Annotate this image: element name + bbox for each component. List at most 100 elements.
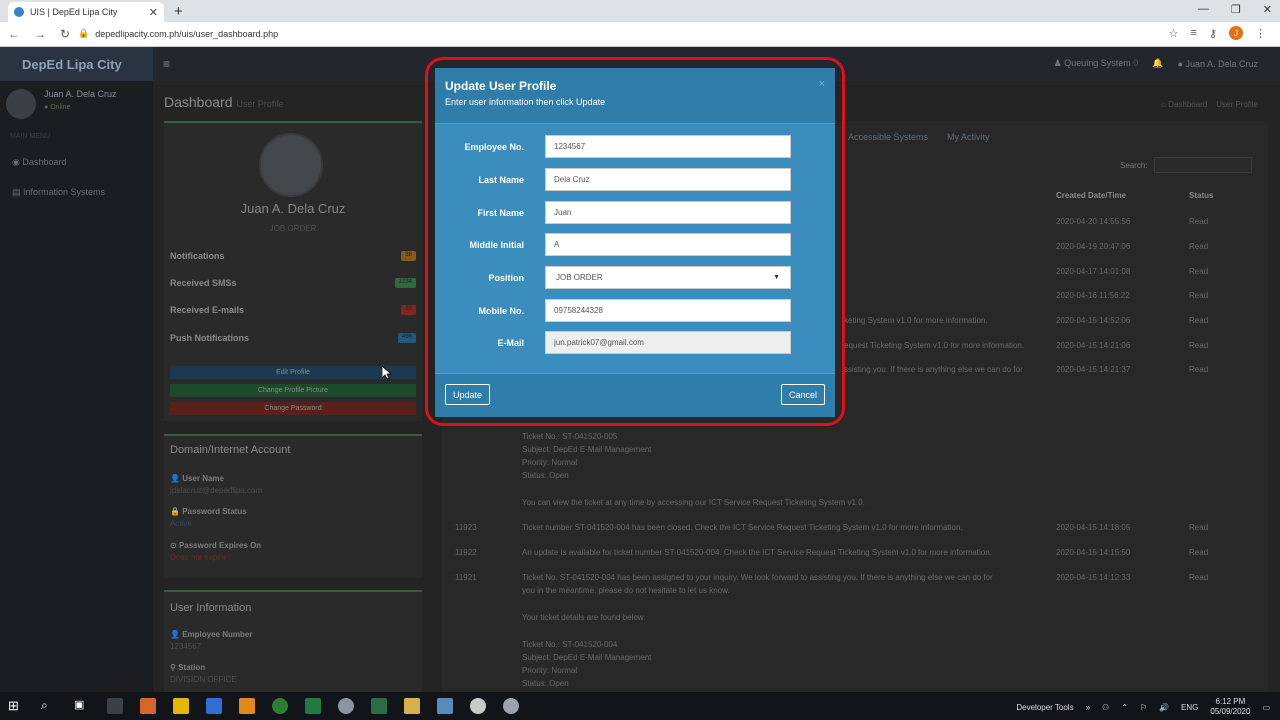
playlist-icon[interactable]: ≡ — [1191, 27, 1197, 39]
employee-number-label: 👤 Employee Number — [170, 630, 253, 639]
clock-date: 05/09/2020 — [1210, 707, 1251, 716]
sidebar: Juan A. Dela Cruz ● Online MAIN MENU ◉ D… — [0, 81, 153, 692]
key-icon[interactable]: ⚷ — [1209, 27, 1217, 40]
tab-my-activity[interactable]: My Activity — [947, 132, 990, 142]
ticket-line: Priority: Normal — [522, 666, 578, 675]
col-created-date[interactable]: Created Date/Time — [1056, 191, 1126, 200]
chrome-icon[interactable] — [272, 698, 288, 714]
app-icon[interactable] — [371, 698, 387, 714]
password-status-value: Active — [170, 519, 192, 528]
username-value: jdelacruz@depedlipa.com — [170, 486, 263, 495]
row-status: Read — [1189, 573, 1209, 582]
address-bar: ← → ↻ 🔒 depedlipacity.com.ph/uis/user_da… — [0, 22, 1280, 47]
change-picture-button[interactable]: Change Profile Picture — [170, 384, 416, 397]
ticket-line: Subject: DepEd E-Mail Management — [522, 653, 652, 662]
volume-icon[interactable]: 🔊 — [1159, 703, 1169, 712]
app-icon[interactable] — [140, 698, 156, 714]
network-icon[interactable]: ⚐ — [1140, 703, 1147, 712]
minimize-icon[interactable]: — — [1198, 3, 1209, 16]
toolbar-expand-icon[interactable]: » — [1086, 703, 1090, 712]
ticket-line: Status: Open — [522, 471, 569, 480]
change-password-button[interactable]: Change Password — [170, 402, 416, 415]
app-icon[interactable] — [437, 698, 453, 714]
browser-tabbar: UIS | DepEd Lipa City ✕ + — ❐ ✕ — [0, 0, 1280, 22]
close-tab-icon[interactable]: ✕ — [149, 6, 158, 19]
reload-icon[interactable]: ↻ — [60, 27, 70, 41]
row-id: 11921 — [455, 573, 477, 582]
row-message: Ticket number ST-041520-004 has been clo… — [522, 523, 963, 532]
task-view-icon[interactable]: ▣ — [74, 698, 90, 714]
user-menu[interactable]: ● Juan A. Dela Cruz — [1178, 59, 1259, 69]
app-icon[interactable] — [206, 698, 222, 714]
url-field[interactable]: 🔒 depedlipacity.com.ph/uis/user_dashboar… — [78, 28, 278, 39]
app-icon[interactable] — [107, 698, 123, 714]
back-icon[interactable]: ← — [8, 27, 20, 41]
windows-start-icon[interactable]: ⊞ — [8, 698, 24, 714]
profile-name: Juan A. Dela Cruz — [240, 201, 346, 216]
row-date: 2020-04-15 14:52:06 — [1056, 316, 1131, 325]
bell-icon[interactable]: 🔔 — [1152, 58, 1163, 69]
language-indicator[interactable]: ENG — [1181, 703, 1198, 712]
profile-avatar[interactable]: J — [1229, 26, 1243, 40]
excel-icon[interactable] — [305, 698, 321, 714]
tab-accessible-systems[interactable]: Accessible Systems — [848, 132, 928, 142]
app-icon[interactable] — [470, 698, 486, 714]
search-label: Search: — [1120, 161, 1148, 170]
sidebar-online-status: ● Online — [44, 104, 71, 111]
ticket-details-text: Your ticket details are found below. — [522, 613, 646, 622]
station-value: DIVISION OFFICE — [170, 675, 237, 684]
row-status: Read — [1189, 316, 1209, 325]
restore-icon[interactable]: ❐ — [1231, 3, 1241, 16]
file-explorer-icon[interactable] — [404, 698, 420, 714]
ticket-view-text: You can view the ticket at any time by a… — [522, 498, 865, 507]
clock-time: 6:12 PM — [1215, 697, 1246, 706]
row-date: 2020-04-17 14:01:08 — [1056, 267, 1131, 276]
user-info-card: User Information 👤 Employee Number 12345… — [164, 590, 422, 692]
url-text: depedlipacity.com.ph/uis/user_dashboard.… — [95, 28, 279, 39]
app-icon[interactable] — [338, 698, 354, 714]
app-icon[interactable] — [239, 698, 255, 714]
close-window-icon[interactable]: ✕ — [1263, 3, 1272, 16]
search-icon[interactable]: ⌕ — [41, 698, 57, 714]
user-info-title: User Information — [170, 602, 252, 614]
row-date: 2020-04-15 14:21:37 — [1056, 365, 1131, 374]
forward-icon[interactable]: → — [34, 27, 46, 41]
row-status: Read — [1189, 291, 1209, 300]
username-label: 👤 User Name — [170, 474, 224, 483]
queuing-link[interactable]: ♟ Queuing System 0 — [1054, 58, 1139, 69]
edit-profile-button[interactable]: Edit Profile — [170, 366, 416, 379]
clock[interactable]: 6:12 PM 05/09/2020 — [1210, 697, 1250, 717]
stat-emails: Received E-mails 38 — [170, 305, 416, 315]
app-icon[interactable] — [503, 698, 519, 714]
row-message-cont: you in the meantime, please do not hesit… — [522, 586, 730, 595]
row-date: 2020-04-15 14:21:06 — [1056, 341, 1131, 350]
person-icon[interactable]: ⚇ — [1102, 703, 1109, 712]
sidebar-item-dashboard[interactable]: ◉ Dashboard — [12, 157, 66, 168]
row-date: 2020-04-15 14:12:33 — [1056, 573, 1131, 582]
star-icon[interactable]: ☆ — [1169, 27, 1179, 40]
brand-logo[interactable]: DepEd Lipa City — [0, 47, 153, 81]
station-label: ⚲ Station — [170, 663, 206, 672]
sidebar-item-information-systems[interactable]: ▤ Information Systems — [12, 187, 105, 198]
notifications-icon[interactable]: ▭ — [1262, 703, 1270, 712]
row-message: keting System v1.0 for more information. — [844, 316, 988, 325]
sticky-notes-icon[interactable] — [173, 698, 189, 714]
user-avatar-icon: ● — [1177, 58, 1183, 69]
stat-sms: Received SMSs 1234 — [170, 278, 416, 288]
col-status[interactable]: Status — [1189, 191, 1213, 200]
row-message: Ticket No. ST-041520-004 has been assign… — [522, 573, 993, 582]
row-id: 11922 — [455, 548, 477, 557]
hamburger-icon[interactable]: ≡ — [163, 57, 170, 71]
profile-position: JOB ORDER — [269, 224, 317, 233]
browser-tab[interactable]: UIS | DepEd Lipa City ✕ — [8, 2, 164, 22]
highlight-outline — [425, 57, 845, 426]
ticket-line: Priority: Normal — [522, 458, 578, 467]
search-input[interactable] — [1154, 157, 1252, 173]
tab-title: UIS | DepEd Lipa City — [30, 7, 118, 17]
developer-tools-toolbar[interactable]: Developer Tools — [1016, 703, 1073, 712]
menu-icon[interactable]: ⋮ — [1255, 27, 1266, 40]
ticket-line: Ticket No.: ST-041520-005 — [522, 432, 618, 441]
tray-up-icon[interactable]: ⌃ — [1121, 703, 1128, 712]
window-controls: — ❐ ✕ — [1198, 3, 1272, 16]
new-tab-icon[interactable]: + — [174, 3, 183, 20]
